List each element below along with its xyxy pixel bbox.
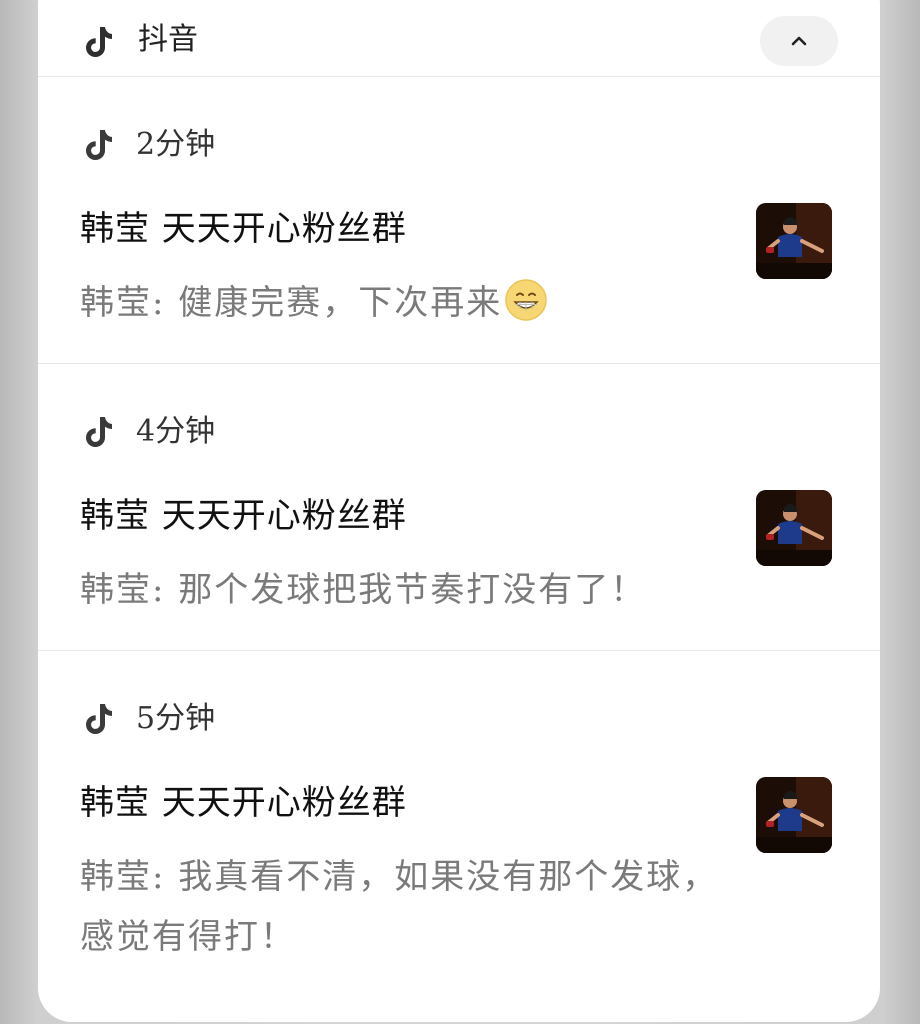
chevron-up-icon bbox=[791, 36, 807, 46]
notification-thumbnail bbox=[756, 490, 832, 566]
app-name: 抖音 bbox=[138, 22, 198, 57]
player-photo-image bbox=[756, 777, 832, 853]
notification-body-text: 韩莹: 健康完赛，下次再来 bbox=[80, 283, 503, 323]
notification-thumbnail bbox=[756, 777, 832, 853]
collapse-button[interactable] bbox=[760, 16, 838, 66]
douyin-icon bbox=[86, 27, 112, 57]
notification-group-card: 抖音 2分钟 韩莹 天天开心粉丝群 韩莹: 健康完赛，下次再来 4分钟 韩莹 天… bbox=[38, 0, 880, 1022]
notification-title: 韩莹 天天开心粉丝群 bbox=[80, 209, 407, 249]
douyin-icon bbox=[86, 704, 112, 734]
notification-body: 韩莹: 我真看不清，如果没有那个发球， 感觉有得打！ bbox=[80, 857, 719, 957]
notification-group-header[interactable]: 抖音 bbox=[38, 0, 880, 77]
notification-item[interactable]: 5分钟 韩莹 天天开心粉丝群 韩莹: 我真看不清，如果没有那个发球， 感觉有得打… bbox=[38, 651, 880, 1022]
notification-body: 韩莹: 那个发球把我节奏打没有了！ bbox=[80, 570, 647, 610]
notification-item[interactable]: 2分钟 韩莹 天天开心粉丝群 韩莹: 健康完赛，下次再来 bbox=[38, 77, 880, 364]
douyin-icon bbox=[86, 417, 112, 447]
notification-title: 韩莹 天天开心粉丝群 bbox=[80, 496, 407, 536]
notification-time: 5分钟 bbox=[136, 701, 216, 736]
notification-time: 4分钟 bbox=[136, 414, 216, 449]
douyin-icon bbox=[86, 130, 112, 160]
player-photo-image bbox=[756, 490, 832, 566]
notification-body: 韩莹: 健康完赛，下次再来 bbox=[80, 273, 730, 333]
notification-thumbnail bbox=[756, 203, 832, 279]
player-photo-image bbox=[756, 203, 832, 279]
notification-time: 2分钟 bbox=[136, 127, 216, 162]
notification-item[interactable]: 4分钟 韩莹 天天开心粉丝群 韩莹: 那个发球把我节奏打没有了！ bbox=[38, 364, 880, 651]
notification-title: 韩莹 天天开心粉丝群 bbox=[80, 783, 407, 823]
grinning-face-emoji-icon bbox=[505, 279, 548, 321]
